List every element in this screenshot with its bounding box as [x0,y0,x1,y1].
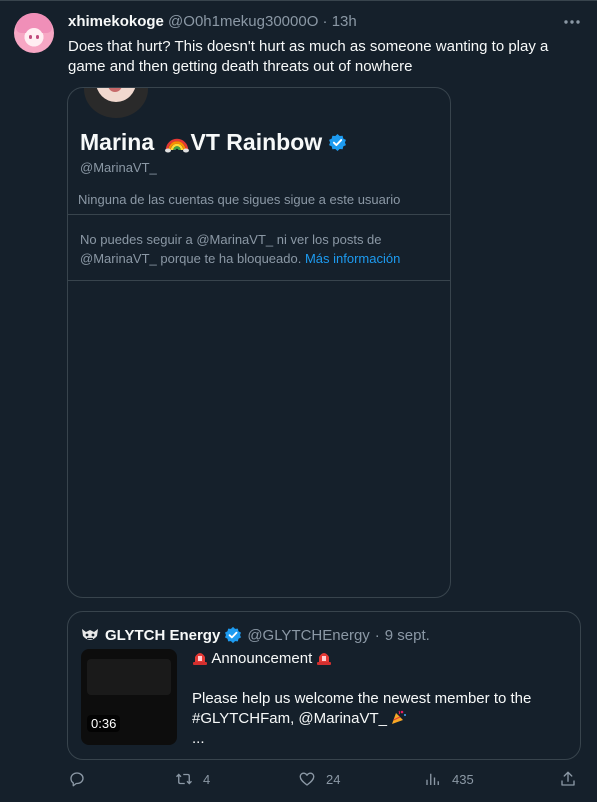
quoted-date[interactable]: 9 sept. [385,627,430,644]
share-icon [561,771,575,786]
like-count: 24 [326,771,341,787]
ellipsis-icon[interactable] [562,14,582,30]
profile-card[interactable]: Marina VT Rainbow @MarinaVT_ Ninguna de … [67,87,451,598]
card-divider [68,214,450,215]
siren-icon [193,653,207,665]
views-button[interactable]: 435 [424,770,474,788]
avatar-face [25,28,43,46]
card-handle[interactable]: @MarinaVT_ [80,160,157,175]
video-duration: 0:36 [87,715,121,732]
announcement-body: Please help us welcome the newest member… [192,689,572,729]
retweet-icon [176,773,192,785]
video-thumbnail-logo [87,659,171,695]
card-divider [68,280,450,281]
avatar-eye [29,35,32,39]
quoted-tweet[interactable]: GLYTCH Energy @GLYTCHEnergy · 9 sept. 0:… [67,611,581,760]
verified-badge-icon [225,626,242,644]
header-separator: · [322,13,328,30]
retweet-button[interactable]: 4 [175,770,210,788]
more-info-link[interactable]: Más información [305,251,400,266]
views-icon [426,773,439,785]
blocked-notice: No puedes seguir a @MarinaVT_ ni ver los… [80,230,440,268]
author-name[interactable]: xhimekokoge [68,13,164,30]
view-count: 435 [452,771,474,787]
card-display-name-prefix: Marina [80,129,161,155]
share-button[interactable] [559,770,577,788]
retweet-count: 4 [203,771,211,787]
quoted-tweet-text: Announcement Please help us welcome the … [192,649,572,749]
rainbow-icon [164,138,189,152]
tweet-time[interactable]: 13h [332,13,357,30]
reply-button[interactable] [68,770,86,788]
quoted-author-name[interactable]: GLYTCH Energy [105,627,220,644]
action-bar: 4 24 435 [0,770,597,796]
siren-icon [317,653,332,665]
quoted-tweet-header: GLYTCH Energy @GLYTCHEnergy · 9 sept. [81,626,430,644]
video-thumbnail[interactable]: 0:36 [81,649,177,745]
tweet-text: Does that hurt? This doesn't hurt as muc… [68,38,549,75]
like-button[interactable]: 24 [298,770,340,788]
reply-icon [70,772,84,787]
card-avatar[interactable] [84,88,148,118]
announcement-ellipsis: ... [192,730,205,747]
author-handle[interactable]: @O0h1mekug30000O [168,13,318,30]
quoted-author-handle[interactable]: @GLYTCHEnergy [247,627,369,644]
party-popper-icon [392,710,407,724]
announcement-body-text: Please help us welcome the newest member… [192,690,532,727]
announcement-headline: Announcement [211,650,313,667]
card-display-name[interactable]: Marina VT Rainbow [80,129,347,156]
avatar[interactable] [14,13,54,53]
avatar-eye [36,35,39,39]
announcement-line: Announcement [192,649,572,669]
follow-note: Ninguna de las cuentas que sigues sigue … [78,192,401,207]
tweet-header: xhimekokoge @O0h1mekug30000O · 13h [68,13,357,30]
card-display-name-suffix: VT Rainbow [190,129,323,155]
verified-badge-icon [329,133,347,152]
glytch-logo-icon [82,629,98,640]
heart-icon [299,772,315,786]
quoted-separator: · [374,626,380,644]
top-divider [0,0,597,1]
